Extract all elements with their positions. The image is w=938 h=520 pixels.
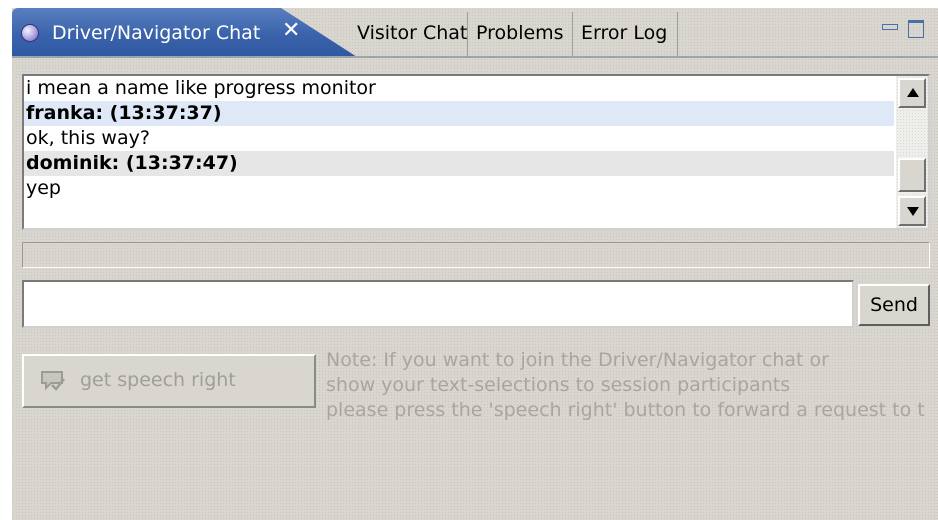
scroll-up-button[interactable] xyxy=(898,78,926,108)
tab-problems[interactable]: Problems xyxy=(468,12,573,56)
note-line: please press the 'speech right' button t… xyxy=(326,399,925,421)
chat-content: i mean a name like progress monitor fran… xyxy=(12,58,938,520)
chat-log[interactable]: i mean a name like progress monitor fran… xyxy=(22,74,930,230)
speech-bubble-check-icon xyxy=(41,371,65,391)
close-icon[interactable]: ✕ xyxy=(282,18,300,43)
speech-button-label: get speech right xyxy=(80,369,236,391)
vertical-scrollbar[interactable] xyxy=(896,76,928,228)
tab-label[interactable]: Driver/Navigator Chat xyxy=(52,22,260,44)
note-line: Note: If you want to join the Driver/Nav… xyxy=(326,349,829,371)
scroll-down-button[interactable] xyxy=(898,196,926,226)
arrow-down-icon xyxy=(907,207,919,216)
scrollbar-thumb[interactable] xyxy=(898,158,926,192)
chat-view-panel: Driver/Navigator Chat ✕ Visitor Chat Pro… xyxy=(12,8,938,520)
tab-bar: Driver/Navigator Chat ✕ Visitor Chat Pro… xyxy=(12,8,938,58)
maximize-icon[interactable] xyxy=(908,20,924,38)
chat-message-header: dominik: (13:37:47) xyxy=(24,151,894,176)
chat-message-header: franka: (13:37:37) xyxy=(24,101,894,126)
chat-message: yep xyxy=(26,177,61,199)
tab-error-log[interactable]: Error Log xyxy=(573,12,678,56)
status-bar xyxy=(22,242,930,268)
get-speech-right-button[interactable]: get speech right xyxy=(22,354,316,408)
message-input[interactable] xyxy=(22,280,854,328)
send-button[interactable]: Send xyxy=(858,284,930,326)
arrow-up-icon xyxy=(907,88,919,97)
chat-message: ok, this way? xyxy=(26,127,150,149)
note-line: show your text-selections to session par… xyxy=(326,374,791,396)
minimize-icon[interactable] xyxy=(882,24,898,30)
globe-icon xyxy=(21,24,39,42)
speech-right-note: Note: If you want to join the Driver/Nav… xyxy=(326,348,938,423)
tab-visitor-chat[interactable]: Visitor Chat xyxy=(349,12,468,56)
chat-message: i mean a name like progress monitor xyxy=(26,77,376,99)
